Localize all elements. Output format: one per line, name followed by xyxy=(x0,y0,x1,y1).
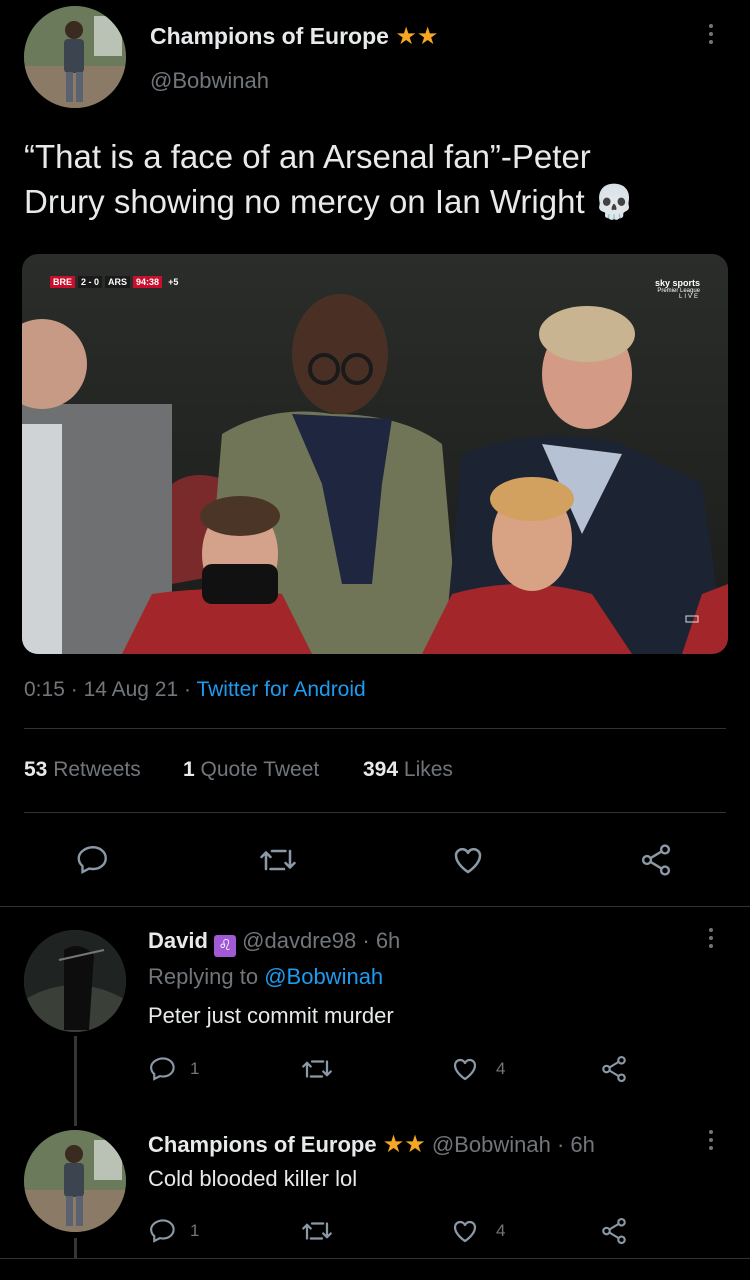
reply-button[interactable]: 1 xyxy=(148,1054,199,1084)
reply-button[interactable] xyxy=(75,842,111,878)
heart-icon xyxy=(454,847,482,874)
divider xyxy=(24,728,726,729)
like-count: 4 xyxy=(496,1059,506,1078)
star-icon: ★★ xyxy=(395,23,439,50)
reply-author-handle[interactable]: @davdre98 xyxy=(242,928,356,953)
tweet-time: 0:15 xyxy=(24,678,65,701)
share-icon xyxy=(602,1217,626,1245)
avatar-image xyxy=(24,930,126,1032)
skull-emoji: 💀 xyxy=(593,183,635,220)
reply-text: Cold blooded killer lol xyxy=(148,1166,358,1191)
video-frame xyxy=(22,254,728,654)
reply-time: · 6h xyxy=(362,928,401,953)
likes-label: Likes xyxy=(403,758,453,781)
added-time: +5 xyxy=(168,277,179,287)
reply-avatar[interactable] xyxy=(24,930,126,1032)
retweet-icon xyxy=(260,849,296,871)
reply-author-name[interactable]: Champions of Europe xyxy=(148,1132,377,1157)
score-home: BRE xyxy=(50,276,76,288)
replying-to-label: Replying to xyxy=(148,964,259,989)
share-button[interactable] xyxy=(598,1216,630,1246)
heart-icon xyxy=(453,1220,477,1243)
likes-stat[interactable]: 394 Likes xyxy=(363,758,453,782)
broadcaster-logo: sky sports Premier League LIVE xyxy=(655,278,700,300)
author-avatar[interactable] xyxy=(24,6,126,108)
like-button[interactable]: 4 xyxy=(450,1216,505,1246)
thread-line xyxy=(74,1238,77,1258)
avatar-image xyxy=(24,6,126,108)
retweet-icon xyxy=(302,1060,332,1078)
score-overlay: BRE 2 - 0 ARS 94:38 +5 xyxy=(50,276,181,288)
broadcaster-name: sky sports xyxy=(655,278,701,288)
heart-icon xyxy=(453,1058,477,1081)
like-count: 4 xyxy=(496,1221,506,1240)
tweet-media-video[interactable] xyxy=(22,254,728,654)
divider xyxy=(24,812,726,813)
star-icon: ★★ xyxy=(382,1131,426,1158)
share-icon xyxy=(602,1055,626,1083)
reply-button[interactable]: 1 xyxy=(148,1216,199,1246)
share-icon xyxy=(641,844,671,876)
score-away: ARS xyxy=(105,276,131,288)
reply-author-name[interactable]: David xyxy=(148,928,208,953)
retweets-label: Retweets xyxy=(53,758,141,781)
divider xyxy=(0,1258,750,1259)
author-name[interactable]: Champions of Europe xyxy=(150,23,389,49)
live-label: LIVE xyxy=(679,294,701,300)
author-handle[interactable]: @Bobwinah xyxy=(150,68,269,94)
tweet-source[interactable]: Twitter for Android xyxy=(196,678,365,701)
reply-count: 1 xyxy=(190,1221,200,1240)
reply-icon xyxy=(150,1219,175,1243)
reply-avatar[interactable] xyxy=(24,1130,126,1232)
avatar-image xyxy=(24,1130,126,1232)
retweet-button[interactable] xyxy=(258,842,298,878)
likes-count: 394 xyxy=(363,758,399,781)
retweets-count: 53 xyxy=(24,758,48,781)
more-options-icon[interactable] xyxy=(705,24,717,44)
tweet-date[interactable]: 14 Aug 21 xyxy=(84,678,179,701)
match-clock: 94:38 xyxy=(133,276,163,288)
replying-to-handle[interactable]: @Bobwinah xyxy=(264,964,383,989)
retweet-icon xyxy=(302,1222,332,1240)
more-options-icon[interactable] xyxy=(705,1130,717,1150)
quotes-count: 1 xyxy=(183,758,195,781)
reply-icon xyxy=(77,846,107,874)
reply-count: 1 xyxy=(190,1059,200,1078)
share-button[interactable] xyxy=(637,842,675,878)
reply-icon xyxy=(150,1057,175,1081)
retweets-stat[interactable]: 53 Retweets xyxy=(24,758,141,782)
more-options-icon[interactable] xyxy=(705,928,717,948)
like-button[interactable]: 4 xyxy=(450,1054,505,1084)
reply-time: · 6h xyxy=(556,1132,595,1157)
score-value: 2 - 0 xyxy=(78,276,103,288)
quotes-label: Quote Tweet xyxy=(200,758,320,781)
quote-tweets-stat[interactable]: 1 Quote Tweet xyxy=(183,758,319,782)
divider xyxy=(0,906,750,907)
zodiac-icon: ♌ xyxy=(214,935,237,957)
like-button[interactable] xyxy=(450,842,486,878)
reply-author-handle[interactable]: @Bobwinah xyxy=(432,1132,551,1157)
reply-text: Peter just commit murder xyxy=(148,1003,394,1028)
tweet-text-line-1: “That is a face of an Arsenal fan”-Peter xyxy=(24,138,591,175)
tweet-text-line-2: Drury showing no mercy on Ian Wright xyxy=(24,183,585,220)
thread-line xyxy=(74,1036,77,1126)
retweet-button[interactable] xyxy=(300,1054,334,1084)
retweet-button[interactable] xyxy=(300,1216,334,1246)
share-button[interactable] xyxy=(598,1054,630,1084)
